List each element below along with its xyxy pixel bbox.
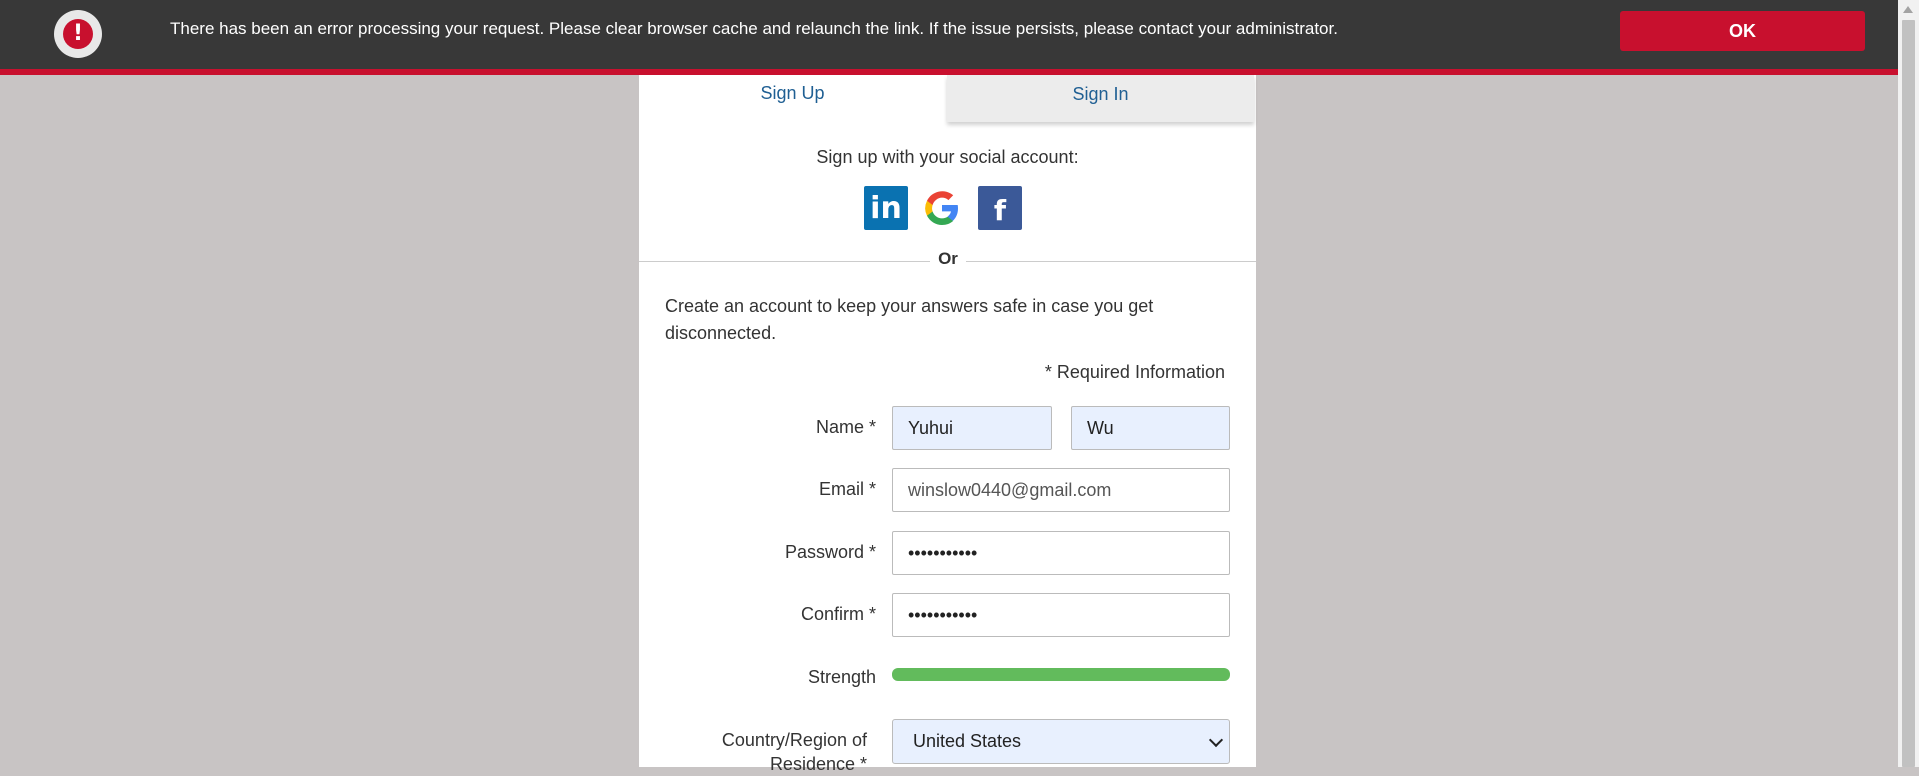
chevron-down-icon: [1208, 732, 1224, 748]
country-label: Country/Region of Residence *: [721, 730, 867, 774]
scrollbar[interactable]: [1898, 0, 1919, 767]
google-icon[interactable]: [920, 186, 964, 230]
password-input[interactable]: [892, 531, 1230, 575]
tab-sign-up[interactable]: Sign Up: [639, 75, 946, 122]
strength-label: Strength: [807, 667, 876, 687]
signup-card: Sign Up Sign In Sign up with your social…: [639, 75, 1256, 774]
social-signup-label: Sign up with your social account:: [816, 147, 1079, 167]
tab-sign-in[interactable]: Sign In: [947, 75, 1254, 122]
error-message: There has been an error processing your …: [170, 19, 1338, 38]
password-label: Password *: [784, 542, 876, 562]
ok-button[interactable]: OK: [1620, 11, 1865, 51]
or-label: Or: [930, 249, 966, 273]
scroll-up-arrow-icon[interactable]: [1903, 6, 1913, 13]
first-name-input[interactable]: [892, 406, 1052, 450]
name-label: Name *: [815, 417, 876, 437]
facebook-icon[interactable]: f: [978, 186, 1022, 230]
error-alert-icon: !: [54, 10, 102, 58]
linkedin-icon[interactable]: in: [864, 186, 908, 230]
password-strength-bar: [892, 668, 1230, 681]
required-info-label: * Required Information: [1044, 362, 1225, 382]
confirm-label: Confirm *: [800, 604, 876, 624]
email-label: Email *: [818, 479, 876, 499]
confirm-password-input[interactable]: [892, 593, 1230, 637]
last-name-input[interactable]: [1071, 406, 1230, 450]
error-banner: ! There has been an error processing you…: [0, 0, 1898, 75]
country-select[interactable]: United States: [892, 719, 1230, 764]
intro-text: Create an account to keep your answers s…: [665, 296, 1154, 343]
scroll-thumb[interactable]: [1902, 20, 1915, 767]
email-input[interactable]: [892, 468, 1230, 512]
